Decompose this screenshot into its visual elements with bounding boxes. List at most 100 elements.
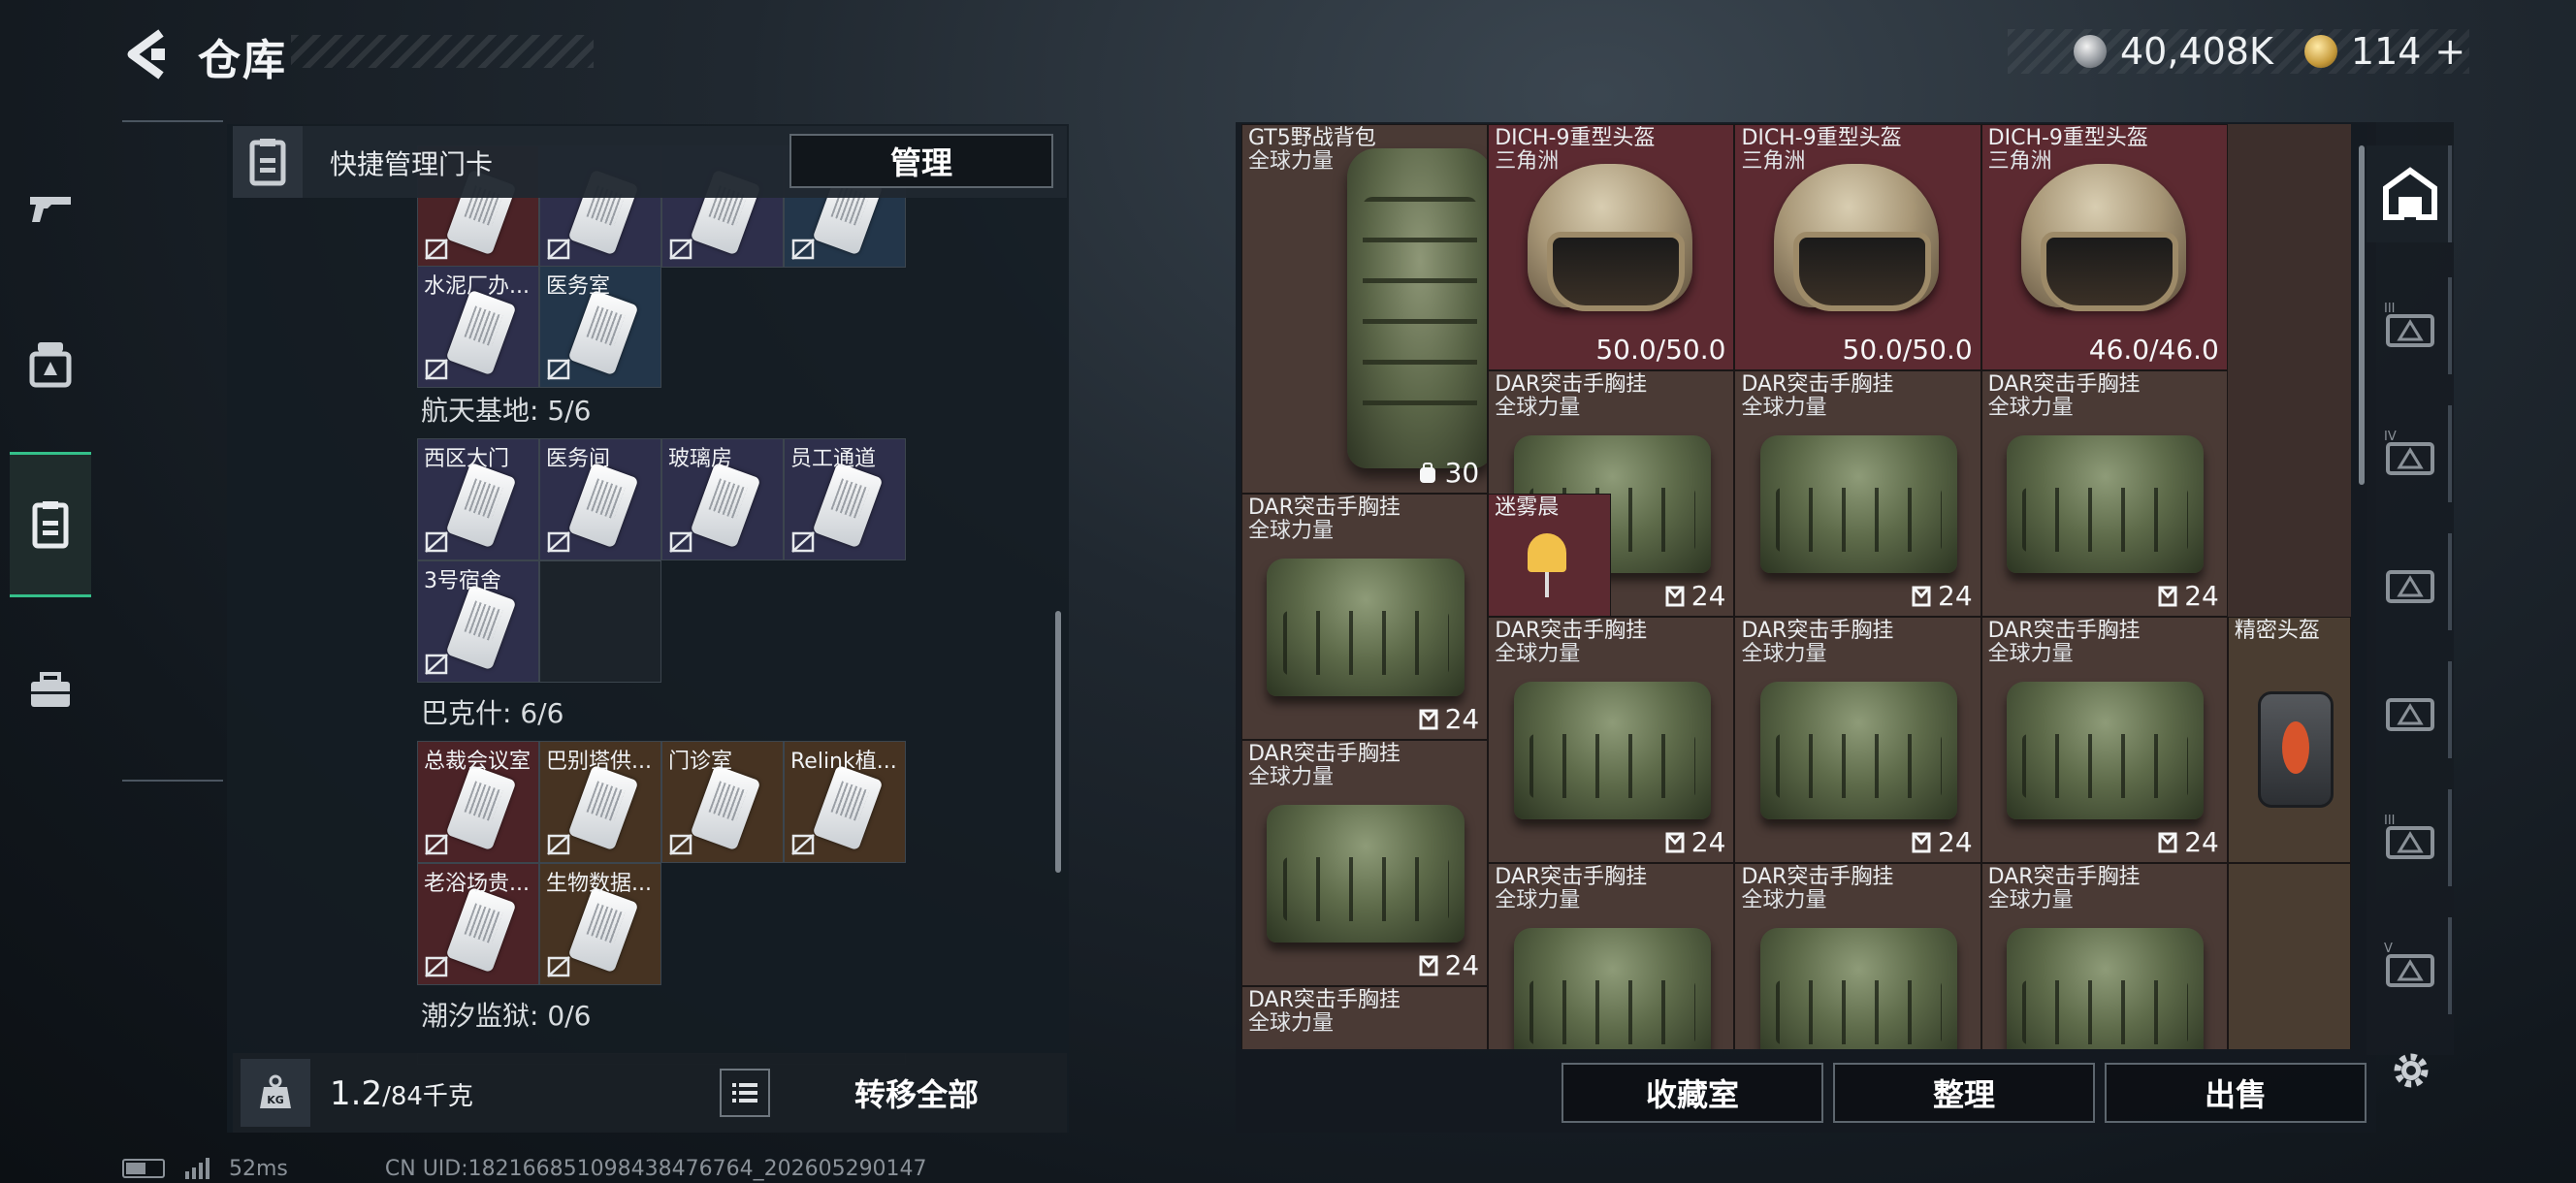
inventory-item[interactable]: DAR突击手胸挂 全球力量 24 [1488,617,1735,863]
sell-button[interactable]: 出售 [2105,1063,2367,1123]
backpack-image [1347,148,1488,468]
inventory-item[interactable]: DICH-9重型头盔 三角洲 50.0/50.0 [1488,124,1735,370]
keycard-slot[interactable]: 老浴场贵... [417,863,539,985]
keycard-image [445,289,517,376]
category-chest-rig-alt[interactable] [2367,661,2454,758]
item-name: DAR突击手胸挂 [1248,496,1401,520]
keycard-name: 巴别塔供... [546,750,652,774]
item-name: 迷雾晨 [1495,496,1560,520]
inventory-item[interactable]: DICH-9重型头盔 三角洲 50.0/50.0 [1734,124,1981,370]
inventory-item[interactable]: GT5野战背包 全球力量 30 [1241,124,1489,494]
armor-icon [29,342,72,388]
keycard-name: 玻璃房 [668,447,733,471]
category-divider [2448,789,2452,886]
manage-button[interactable]: 管理 [789,134,1053,188]
keycard-slot[interactable]: 水泥厂办... [417,266,539,388]
keycard-slot[interactable]: 门诊室 [661,741,784,863]
keycard-name: 生物数据... [546,872,652,896]
inventory-item[interactable]: DICH-9重型头盔 三角洲 46.0/46.0 [1980,124,2228,370]
capacity-icon [1665,586,1685,606]
backpack-capacity-icon [1419,462,1435,483]
svg-text:IV: IV [2384,430,2397,444]
item-value-text: 50.0/50.0 [1595,334,1726,366]
add-currency-button[interactable]: + [2434,30,2465,73]
keycard-slot[interactable]: 玻璃房 [661,438,784,560]
inventory-item[interactable]: DAR突击手胸挂 全球力量 24 [1241,494,1489,740]
nav-weapons[interactable] [0,136,101,281]
inventory-item[interactable]: 迷雾晨 [1488,494,1612,617]
item-value: 24 [1418,949,1480,981]
keycard-slot[interactable]: 3号宿舍 [417,560,539,683]
inventory-item[interactable]: DAR突击手胸挂 全球力量 24 [1980,617,2228,863]
inventory-item[interactable]: 精密头盔 [2227,617,2351,863]
keycard-slot[interactable]: 医务室 [539,266,661,388]
keycard-image [690,764,761,851]
inventory-scrollbar[interactable] [2359,145,2365,485]
item-value-text: 30 [1444,457,1480,489]
organize-button[interactable]: 整理 [1833,1063,2095,1123]
silver-amount: 40,408K [2120,30,2273,73]
keycard-slot[interactable]: 西区大门 [417,438,539,560]
svg-text:KG: KG [267,1094,284,1106]
transfer-all-button[interactable]: 转移全部 [776,1061,1057,1125]
chest-rig-image [1513,928,1712,1049]
status-bar: 52ms CN UID:182166851098438476764_202605… [122,1154,927,1183]
inventory-item[interactable]: DAR突击手胸挂 全球力量 [1241,986,1489,1049]
list-view-button[interactable] [720,1069,770,1117]
keycard-slot[interactable]: 总裁会议室 [417,741,539,863]
collection-room-button[interactable]: 收藏室 [1562,1063,1823,1123]
inventory-item[interactable]: DAR突击手胸挂 全球力量 [1980,863,2228,1049]
keycard-name: Relink植... [790,750,897,774]
item-name: DAR突击手胸挂 [1248,988,1401,1012]
inventory-item[interactable]: 精密头盔75 [2227,863,2351,1049]
precision-helmet-image [2257,691,2334,808]
keycard-slot[interactable]: Relink植... [784,741,906,863]
currency-bar: 40,408K 114 + [2008,29,2469,74]
page-title: 仓库 [198,36,287,85]
category-divider [2448,405,2452,502]
item-faction: 全球力量 [1987,396,2074,420]
category-tier-v-gear[interactable]: V [2367,917,2454,1014]
item-name: DAR突击手胸挂 [1741,372,1894,397]
keycard-scrollbar[interactable] [1055,611,1061,873]
category-tier-iii-tool[interactable]: III [2367,789,2454,886]
inventory-item[interactable]: DAR突击手胸挂 全球力量 24 [1734,617,1981,863]
item-value: 24 [1418,703,1479,735]
chest-rig-icon [2386,570,2434,603]
keycard-image [567,886,639,974]
category-tier-iv-folder[interactable]: IV [2367,405,2454,502]
map-section-label: 巴克什: 6/6 [421,697,564,729]
category-house[interactable] [2367,145,2454,242]
list-icon [732,1083,757,1103]
keycard-slot[interactable]: 生物数据... [539,863,661,985]
back-button[interactable] [122,27,171,81]
no-transfer-icon [425,956,448,977]
no-transfer-icon [791,239,815,260]
nav-armor[interactable] [0,291,101,436]
inventory-item[interactable]: DAR突击手胸挂 全球力量 [1734,863,1981,1049]
category-tier-iii-rifle[interactable]: III [2367,277,2454,374]
inventory-item[interactable]: DAR突击手胸挂 全球力量 24 [1241,740,1489,986]
chest-rig-image [1759,435,1958,574]
no-transfer-icon [791,531,815,553]
no-transfer-icon [425,239,448,260]
inventory-item[interactable]: DAR突击手胸挂 全球力量 [1488,863,1735,1049]
heavy-helmet-image [1774,164,1940,311]
settings-button[interactable] [2382,1041,2440,1100]
nav-items[interactable] [0,617,101,762]
category-chest-rig[interactable] [2367,533,2454,630]
item-value-text: 24 [1444,949,1480,981]
keycard-slot[interactable]: 员工通道 [784,438,906,560]
keycard-slot [539,560,661,683]
item-faction: 全球力量 [1495,888,1581,912]
item-faction: 全球力量 [1495,396,1581,420]
nav-keycards[interactable] [10,452,91,597]
keycard-slot[interactable]: 医务间 [539,438,661,560]
inventory-item[interactable]: DAR突击手胸挂 全球力量 24 [1980,370,2228,617]
chest-rig-image [2007,682,2205,820]
inventory-item[interactable]: DAR突击手胸挂 全球力量 24 [1734,370,1981,617]
tier-v-gear-icon: V [2384,942,2434,987]
item-faction: 全球力量 [1248,765,1335,789]
keycard-slot[interactable]: 巴别塔供... [539,741,661,863]
keycard-name: 老浴场贵... [424,872,530,896]
